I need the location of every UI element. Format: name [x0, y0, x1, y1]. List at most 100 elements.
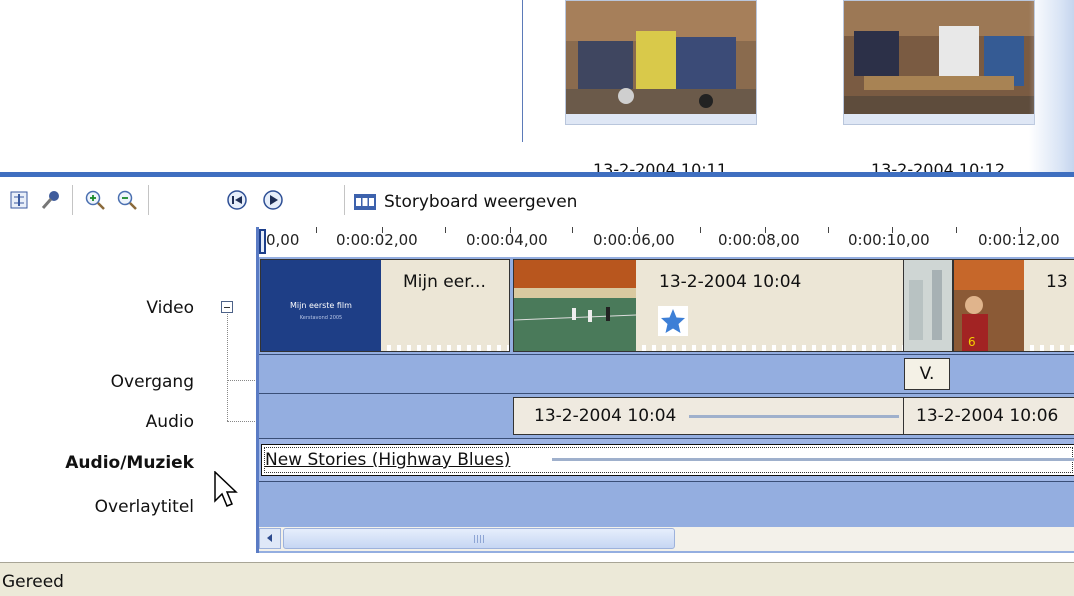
- audio-clip-title: 13-2-2004 10:04: [534, 406, 677, 426]
- zoom-in-button[interactable]: [80, 185, 110, 215]
- zoom-in-icon: [85, 190, 105, 210]
- collection-thumbnail[interactable]: 13-2-2004 10:12: [843, 0, 1035, 172]
- collection-pane: 13-2-2004 10:11 13-2-2004 10:12: [0, 0, 1074, 172]
- timeline-tracks: Mijn eerste film Kerstavond 2005 Mijn ee…: [259, 257, 1074, 553]
- ruler-tick-label: 0:00:08,00: [718, 231, 800, 249]
- film-perforation: [381, 345, 509, 351]
- mouse-cursor-icon: [214, 471, 238, 507]
- transition-overlap[interactable]: [903, 259, 953, 352]
- tree-connector: [227, 314, 228, 421]
- collection-thumbnail[interactable]: 13-2-2004 10:11: [565, 0, 757, 172]
- ruler-mark: [700, 227, 701, 233]
- scroll-thumb[interactable]: [283, 528, 675, 549]
- collection-divider: [522, 0, 523, 142]
- music-track[interactable]: New Stories (Highway Blues): [259, 439, 1074, 482]
- narrate-button[interactable]: [36, 185, 66, 215]
- ruler-mark: [637, 227, 638, 233]
- clip-title: 13-2-2004 10:04: [659, 272, 802, 292]
- video-clip[interactable]: 13-2-2004 10:04: [513, 259, 905, 352]
- playhead[interactable]: [259, 229, 266, 254]
- pane-edge-gradient: [1029, 0, 1074, 172]
- thumbnail-filmstrip: [843, 114, 1035, 125]
- transition-track[interactable]: V.: [259, 355, 1074, 394]
- clip-frame: 6: [954, 260, 1024, 351]
- ruler-mark: [445, 227, 446, 233]
- svg-text:6: 6: [968, 335, 976, 349]
- ruler-mark: [510, 227, 511, 233]
- toolbar-separator: [344, 185, 345, 215]
- rewind-button[interactable]: [222, 185, 252, 215]
- timeline-horizontal-scrollbar[interactable]: [259, 527, 1074, 551]
- ruler-mark: [572, 227, 573, 233]
- thumbnail-image: [565, 0, 757, 116]
- overlay-title-track[interactable]: [259, 482, 1074, 528]
- scroll-left-arrow-icon: [267, 534, 272, 542]
- clip-title: Mijn eer...: [403, 272, 486, 292]
- ruler-tick-label: 0:00:02,00: [336, 231, 418, 249]
- ruler-mark: [382, 227, 383, 233]
- timeline-ruler[interactable]: 0,00 0:00:02,00 0:00:04,00 0:00:06,00 0:…: [258, 227, 1074, 258]
- ruler-mark: [316, 227, 317, 233]
- audio-waveform: [689, 415, 899, 418]
- toolbar-separator: [148, 185, 149, 215]
- ruler-mark: [765, 227, 766, 233]
- status-text: Gereed: [2, 572, 64, 592]
- track-label-video: Video: [146, 298, 194, 318]
- track-label-overlay: Overlaytitel: [94, 497, 194, 517]
- clip-title: 13: [1046, 272, 1068, 292]
- thumbnail-filmstrip: [565, 114, 757, 125]
- ruler-tick-label: 0:00:06,00: [593, 231, 675, 249]
- storyboard-icon: [354, 194, 376, 210]
- thumbnail-image: [843, 0, 1035, 116]
- play-icon: [263, 190, 283, 210]
- track-label-transition: Overgang: [110, 372, 194, 392]
- collapse-video-track-button[interactable]: [221, 301, 233, 313]
- ruler-mark: [892, 227, 893, 233]
- film-perforation: [1024, 345, 1074, 351]
- ruler-tick-label: 0:00:04,00: [466, 231, 548, 249]
- music-waveform: [552, 458, 1074, 461]
- play-button[interactable]: [258, 185, 288, 215]
- track-label-audio: Audio: [145, 412, 194, 432]
- video-clip[interactable]: 6 13: [953, 259, 1074, 352]
- title-card-text: Mijn eerste film: [290, 301, 352, 310]
- ruler-mark: [956, 227, 957, 233]
- ruler-tick-label: 0,00: [266, 231, 300, 249]
- tree-connector: [227, 380, 255, 381]
- thumbnail-caption: 13-2-2004 10:12: [871, 160, 1005, 172]
- audio-clip-title: 13-2-2004 10:06: [916, 406, 1059, 426]
- video-clip[interactable]: Mijn eerste film Kerstavond 2005 Mijn ee…: [260, 259, 510, 352]
- rewind-icon: [227, 190, 247, 210]
- timeline-toolbar: Storyboard weergeven: [0, 177, 1074, 227]
- video-track[interactable]: Mijn eerste film Kerstavond 2005 Mijn ee…: [259, 257, 1074, 355]
- scroll-grip: [474, 535, 486, 543]
- zoom-out-button[interactable]: [112, 185, 142, 215]
- title-card-subtext: Kerstavond 2005: [299, 315, 343, 321]
- clip-frame: [514, 260, 637, 351]
- audio-track[interactable]: 13-2-2004 10:04 13-2-2004 10:06: [259, 394, 1074, 439]
- transition-item[interactable]: V.: [904, 358, 950, 390]
- ruler-mark: [828, 227, 829, 233]
- title-card: Mijn eerste film Kerstavond 2005: [261, 260, 381, 351]
- film-perforation: [636, 345, 904, 351]
- ruler-mark: [1020, 227, 1021, 233]
- music-clip-title: New Stories (Highway Blues): [265, 450, 511, 470]
- zoom-out-icon: [117, 190, 137, 210]
- music-clip[interactable]: New Stories (Highway Blues): [261, 444, 1074, 476]
- track-label-music: Audio/Muziek: [65, 453, 194, 473]
- ruler-tick-label: 0:00:10,00: [848, 231, 930, 249]
- audio-clip[interactable]: 13-2-2004 10:04: [513, 397, 905, 435]
- microphone-icon: [41, 191, 59, 209]
- set-audio-levels-button[interactable]: [4, 185, 34, 215]
- audio-clip[interactable]: 13-2-2004 10:06: [903, 397, 1074, 435]
- ruler-tick-label: 0:00:12,00: [978, 231, 1060, 249]
- scroll-left-button[interactable]: [259, 528, 281, 549]
- storyboard-label: Storyboard weergeven: [384, 192, 578, 212]
- show-storyboard-button[interactable]: Storyboard weergeven: [353, 188, 577, 216]
- toolbar-separator: [72, 185, 73, 215]
- thumbnail-caption: 13-2-2004 10:11: [593, 160, 727, 172]
- video-effect-star-icon: [658, 306, 688, 336]
- tree-connector: [227, 421, 255, 422]
- audio-levels-icon: [10, 191, 28, 209]
- status-bar: Gereed: [0, 562, 1074, 596]
